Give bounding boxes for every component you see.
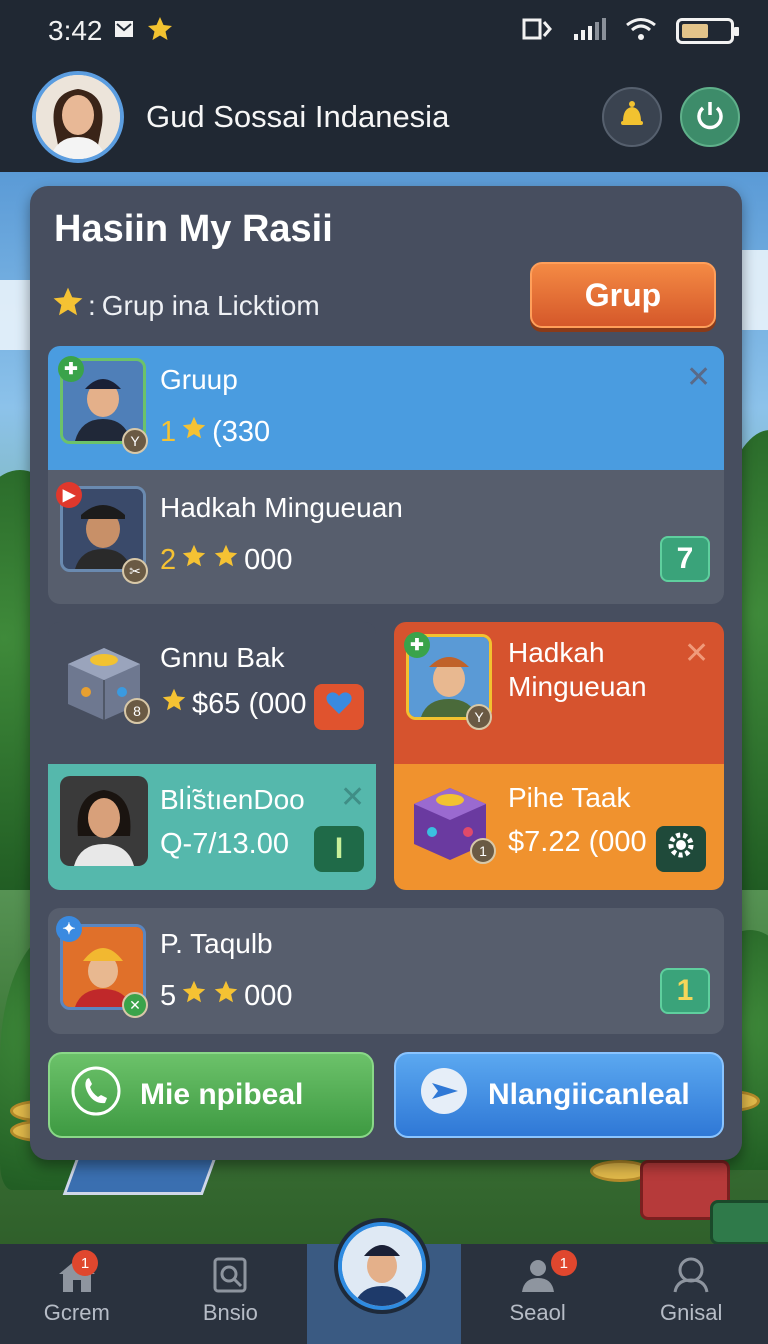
favorite-button[interactable] xyxy=(314,684,364,730)
nav-item-social[interactable]: 1 Seaol xyxy=(461,1244,615,1344)
grid-tile[interactable]: Blı̇̃stıenDoo Q-7/13.00 ✕ I xyxy=(48,764,376,890)
row-name: Hadkah Mingueuan xyxy=(160,492,403,523)
star-icon xyxy=(212,542,240,578)
nav-label: Gnisal xyxy=(659,1300,723,1325)
tile-name: Gnnu Bak xyxy=(160,642,285,673)
star-icon xyxy=(180,542,208,578)
call-button[interactable]: Mie npibeal xyxy=(48,1052,374,1138)
navigate-button[interactable]: Nlangiicanleal xyxy=(394,1052,724,1138)
count-button[interactable]: 7 xyxy=(660,536,710,582)
nav-label: Bnsio xyxy=(202,1300,258,1325)
nfc-icon xyxy=(522,16,554,47)
grid-tile[interactable]: 8 Gnnu Bak $65 (000 xyxy=(48,622,376,764)
nav-item-home[interactable]: 1 Gcrem xyxy=(0,1244,154,1344)
bell-icon xyxy=(615,98,649,137)
row-name: P. Taqulb xyxy=(160,928,273,959)
add-badge-icon: ✚ xyxy=(58,356,84,382)
user-avatar[interactable] xyxy=(32,71,124,163)
row-value: 5 000 xyxy=(160,978,293,1014)
count-button[interactable]: 1 xyxy=(660,968,710,1014)
tile-name: Pihe Taak xyxy=(508,782,631,813)
status-bar: 3:42 xyxy=(0,0,768,62)
close-icon[interactable]: ✕ xyxy=(340,780,365,815)
heart-icon xyxy=(325,690,353,724)
star-icon xyxy=(212,978,240,1014)
row-name: Gruup xyxy=(160,364,238,395)
tool-badge-icon: Y xyxy=(466,704,492,730)
power-icon xyxy=(693,98,727,137)
nav-label: Gcrem xyxy=(43,1300,110,1325)
subtitle-label: Grup ina Licktiom xyxy=(101,289,320,321)
tile-name: Blı̇̃stıenDoo xyxy=(160,784,305,815)
grup-button[interactable]: Grup xyxy=(530,262,716,328)
star-icon xyxy=(180,978,208,1014)
tile-value: $65 (000 xyxy=(160,686,307,722)
toggle-button[interactable]: I xyxy=(314,826,364,872)
star-icon xyxy=(160,686,188,722)
close-icon[interactable]: ✕ xyxy=(684,636,709,671)
wifi-icon xyxy=(624,16,658,47)
call-button-label: Mie npibeal xyxy=(140,1078,304,1111)
gear-icon xyxy=(666,830,696,868)
tile-value: Q-7/13.00 xyxy=(160,828,289,860)
main-panel: Hasiin My Rasii : Grup ina Licktiom Grup… xyxy=(30,186,742,1160)
center-avatar-button[interactable] xyxy=(338,1222,426,1310)
number-badge-icon: 1 xyxy=(470,838,496,864)
row-value: 2 000 xyxy=(160,542,293,578)
username-label: Gud Sossai Indanesia xyxy=(146,99,450,134)
star-notification-icon xyxy=(145,14,175,49)
search-icon xyxy=(209,1256,251,1300)
profile-icon xyxy=(670,1256,712,1300)
nav-badge: 1 xyxy=(72,1250,98,1276)
app-header: Gud Sossai Indanesia xyxy=(0,62,768,172)
tile-name: Hadkah Mingueuan xyxy=(508,637,647,702)
nav-badge: 1 xyxy=(550,1250,577,1276)
phone-icon xyxy=(70,1065,122,1125)
star-icon xyxy=(50,284,86,327)
tool-badge-icon: ✂ xyxy=(122,558,148,584)
grid-tile[interactable]: ✚ Y Hadkah Mingueuan ✕ xyxy=(394,622,724,764)
add-badge-icon: ✚ xyxy=(404,632,430,658)
signal-icon xyxy=(572,16,606,47)
list-item[interactable]: ▶ ✂ Hadkah Mingueuan 2 000 7 xyxy=(48,470,724,604)
tile-avatar xyxy=(60,776,148,866)
send-icon xyxy=(418,1065,470,1125)
nav-item-profile[interactable]: Gnisal xyxy=(614,1244,768,1344)
status-time: 3:42 xyxy=(48,15,103,46)
sparkle-badge-icon: ✦ xyxy=(56,916,82,942)
nav-label: Seaol xyxy=(509,1300,566,1325)
play-badge-icon: ▶ xyxy=(56,482,82,508)
tile-value: $7.22 (000 xyxy=(508,826,647,858)
navigate-button-label: Nlangiicanleal xyxy=(488,1078,690,1111)
power-button[interactable] xyxy=(680,87,740,147)
nav-item-search[interactable]: Bnsio xyxy=(154,1244,308,1344)
notification-button[interactable] xyxy=(602,87,662,147)
close-icon[interactable]: ✕ xyxy=(686,360,711,395)
tool-badge-icon: ✕ xyxy=(122,992,148,1018)
panel-subtitle: : Grup ina Licktiom xyxy=(50,284,320,327)
grid-tile[interactable]: 1 Pihe Taak $7.22 (000 xyxy=(394,764,724,890)
row-value: 1 (330 xyxy=(160,414,270,450)
battery-icon xyxy=(676,18,739,44)
list-item[interactable]: ✦ ✕ P. Taqulb 5 000 1 xyxy=(48,908,724,1034)
list-item[interactable]: ✚ Y Gruup 1 (330 ✕ xyxy=(48,346,724,470)
star-icon xyxy=(180,414,208,450)
mail-icon xyxy=(113,18,135,45)
tool-badge-icon: Y xyxy=(122,428,148,454)
number-badge-icon: 8 xyxy=(124,698,150,724)
panel-title: Hasiin My Rasii xyxy=(54,208,333,250)
settings-button[interactable] xyxy=(656,826,706,872)
